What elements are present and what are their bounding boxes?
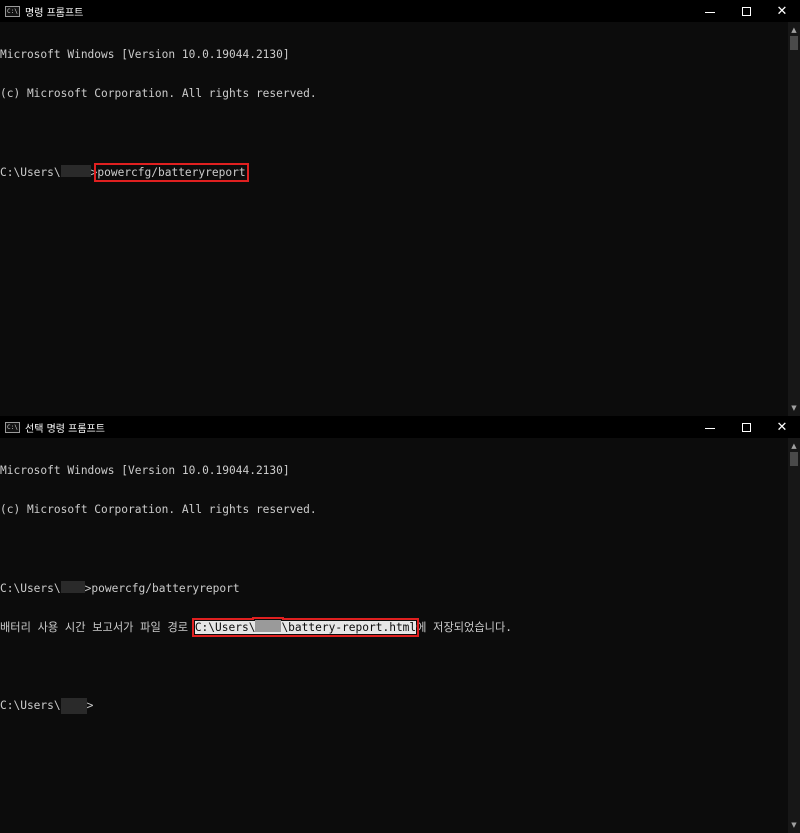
scroll-thumb[interactable] (790, 452, 798, 466)
redacted-username (60, 581, 85, 593)
maximize-button[interactable] (728, 416, 764, 438)
prompt-line: C:\Users\ >powercfg/batteryreport (0, 581, 788, 595)
console-line: (c) Microsoft Corporation. All rights re… (0, 87, 317, 100)
result-line: 배터리 사용 시간 보고서가 파일 경로 C:\Users\ \battery-r… (0, 618, 788, 637)
scroll-up-icon[interactable]: ▲ (788, 24, 800, 36)
window-title: 명령 프롬프트 (25, 7, 84, 19)
console-output[interactable]: Microsoft Windows [Version 10.0.19044.21… (0, 22, 788, 416)
console-output[interactable]: Microsoft Windows [Version 10.0.19044.21… (0, 438, 788, 833)
maximize-icon (741, 6, 751, 16)
command-text: powercfg/batteryreport (94, 163, 249, 182)
prompt-line: C:\Users\ >powercfg/batteryreport (0, 163, 788, 182)
redacted-username (60, 698, 87, 714)
window-controls: ✕ (692, 0, 800, 22)
vertical-scrollbar[interactable]: ▲ ▼ (788, 438, 800, 833)
report-path-suffix: \battery-report.html (281, 621, 417, 634)
close-icon: ✕ (776, 419, 788, 435)
window-title: 선택 명령 프롬프트 (25, 423, 105, 435)
close-icon: ✕ (776, 3, 788, 19)
window-controls: ✕ (692, 416, 800, 438)
cmd-icon: C:\ (5, 5, 20, 17)
command-prompt-window-selected: C:\ 선택 명령 프롬프트 ✕ Microsoft Windows [Vers… (0, 416, 800, 833)
command-text: powercfg/batteryreport (91, 582, 240, 595)
scroll-thumb[interactable] (790, 36, 798, 50)
command-prompt-window: C:\ 명령 프롬프트 ✕ Microsoft Windows [Version… (0, 0, 800, 416)
redacted-username (255, 620, 282, 632)
maximize-button[interactable] (728, 0, 764, 22)
close-button[interactable]: ✕ (764, 0, 800, 22)
maximize-icon (741, 422, 751, 432)
scroll-up-icon[interactable]: ▲ (788, 440, 800, 452)
minimize-button[interactable] (692, 0, 728, 22)
report-path[interactable]: C:\Users\ \battery-report.html (191, 618, 420, 637)
title-bar[interactable]: C:\ 명령 프롬프트 ✕ (0, 0, 800, 22)
vertical-scrollbar[interactable]: ▲ ▼ (788, 22, 800, 416)
console-line: (c) Microsoft Corporation. All rights re… (0, 503, 317, 516)
console-line: Microsoft Windows [Version 10.0.19044.21… (0, 48, 290, 61)
scroll-down-icon[interactable]: ▼ (788, 819, 800, 831)
prompt-path: C:\Users\ (0, 582, 61, 595)
prompt-symbol: > (86, 699, 94, 712)
minimize-button[interactable] (692, 416, 728, 438)
scroll-down-icon[interactable]: ▼ (788, 402, 800, 414)
prompt-path: C:\Users\ (0, 699, 61, 712)
result-message-prefix: 배터리 사용 시간 보고서가 파일 경로 (0, 621, 195, 634)
cmd-icon: C:\ (5, 421, 20, 433)
close-button[interactable]: ✕ (764, 416, 800, 438)
title-bar[interactable]: C:\ 선택 명령 프롬프트 ✕ (0, 416, 800, 438)
result-message-suffix: 에 저장되었습니다. (416, 621, 512, 634)
redacted-username (60, 165, 91, 177)
prompt-line: C:\Users\ > (0, 698, 788, 714)
console-line: Microsoft Windows [Version 10.0.19044.21… (0, 464, 290, 477)
minimize-icon (705, 427, 715, 429)
prompt-path: C:\Users\ (0, 166, 61, 179)
minimize-icon (705, 11, 715, 13)
report-path-prefix: C:\Users\ (194, 621, 256, 634)
